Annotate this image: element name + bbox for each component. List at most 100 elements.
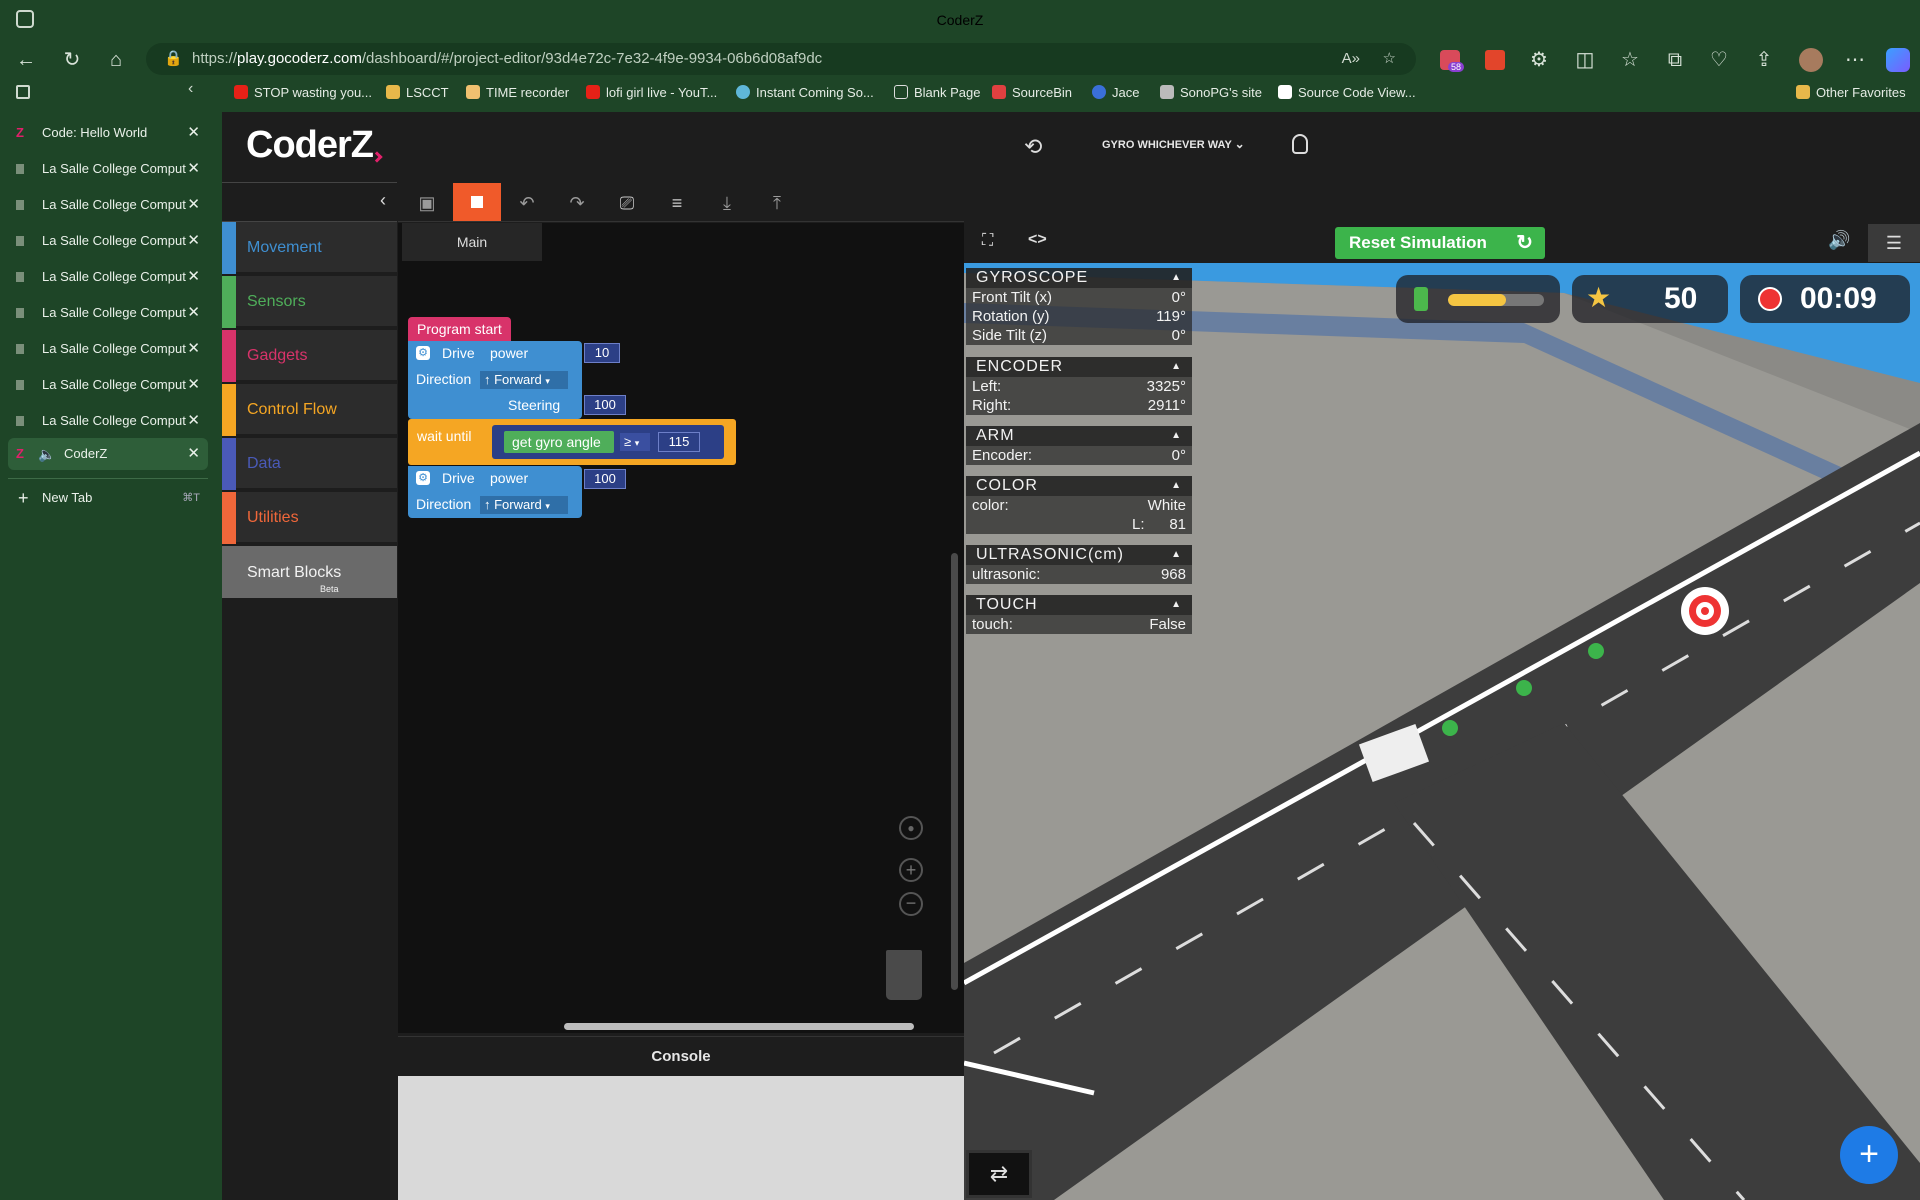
sidebar-toggle-icon[interactable] xyxy=(16,85,30,99)
collapse-icon[interactable]: ▲ xyxy=(1171,426,1182,446)
add-list-icon[interactable]: ≡ xyxy=(664,190,690,216)
bookmark-item[interactable]: TIME recorder xyxy=(466,80,569,106)
bookmark-item[interactable]: Blank Page xyxy=(894,80,981,106)
panel-header[interactable]: ULTRASONIC(cm) ▲ xyxy=(966,545,1192,565)
trash-icon[interactable] xyxy=(886,950,922,1000)
gyro-sensor-block[interactable]: get gyro angle xyxy=(504,431,614,453)
speaker-icon[interactable]: 🔈 xyxy=(38,438,55,470)
close-icon[interactable]: ✕ xyxy=(187,117,200,149)
bookmark-item[interactable]: lofi girl live - YouT... xyxy=(586,80,717,106)
panel-header[interactable]: GYROSCOPE ▲ xyxy=(966,268,1192,288)
drive-block[interactable]: ⚙ Drive power Direction ↑ Forward ▾ xyxy=(408,466,582,518)
favorites-icon[interactable]: ☆ xyxy=(1618,48,1642,72)
close-icon[interactable]: ✕ xyxy=(187,261,200,293)
close-icon[interactable]: ✕ xyxy=(187,153,200,185)
tab-item[interactable]: Z Code: Hello World ✕ xyxy=(8,117,208,149)
favorite-star-icon[interactable]: ☆ xyxy=(1383,43,1396,75)
panel-header[interactable]: TOUCH ▲ xyxy=(966,595,1192,615)
tab-item[interactable]: La Salle College Comput ✕ xyxy=(8,297,208,329)
power-input[interactable]: 100 xyxy=(584,469,626,489)
collapse-icon[interactable]: ▲ xyxy=(1171,357,1182,377)
close-icon[interactable]: ✕ xyxy=(187,405,200,437)
save-icon[interactable]: ▣ xyxy=(414,190,440,216)
close-icon[interactable]: ✕ xyxy=(187,297,200,329)
horizontal-scrollbar[interactable] xyxy=(564,1023,914,1030)
drive-block[interactable]: ⚙ Drive power Direction ↑ Forward ▾ Stee… xyxy=(408,341,582,419)
direction-dropdown[interactable]: ↑ Forward ▾ xyxy=(480,371,568,389)
copilot-icon[interactable] xyxy=(1886,48,1910,72)
redo-icon[interactable]: ↷ xyxy=(564,190,590,216)
history-icon[interactable]: ⟲ xyxy=(1024,134,1042,160)
compare-block[interactable]: get gyro angle ≥ ▾ 115 xyxy=(492,425,724,459)
tab-item-active[interactable]: Z 🔈 CoderZ ✕ xyxy=(8,438,208,470)
close-icon[interactable]: ✕ xyxy=(187,189,200,221)
collections-icon[interactable]: ⧉ xyxy=(1663,48,1687,72)
gear-icon[interactable]: ⚙ xyxy=(416,346,430,360)
add-fab-button[interactable]: + xyxy=(1840,1126,1898,1184)
collapse-icon[interactable]: ▲ xyxy=(1171,476,1182,496)
gear-icon[interactable]: ⚙ xyxy=(416,471,430,485)
download-icon[interactable]: ⤓ xyxy=(714,190,740,216)
tab-item[interactable]: La Salle College Comput ✕ xyxy=(8,225,208,257)
tab-item[interactable]: La Salle College Comput ✕ xyxy=(8,261,208,293)
zoom-out-icon[interactable]: − xyxy=(899,892,923,916)
address-bar[interactable]: 🔒 https://play.gocoderz.com/dashboard/#/… xyxy=(146,43,1416,75)
home-icon[interactable]: ⌂ xyxy=(104,48,128,72)
angle-input[interactable]: 115 xyxy=(658,432,700,452)
mission-selector[interactable]: GYRO WHICHEVER WAY ⌄ xyxy=(1102,137,1245,151)
coderz-logo[interactable]: CoderZ xyxy=(246,124,374,167)
bookmark-item[interactable]: LSCCT xyxy=(386,80,449,106)
steering-input[interactable]: 100 xyxy=(584,395,626,415)
bookmark-item[interactable]: SonoPG's site xyxy=(1160,80,1262,106)
sound-icon[interactable]: 🔊 xyxy=(1828,230,1850,251)
lightbulb-icon[interactable] xyxy=(1292,134,1308,154)
tab-item[interactable]: La Salle College Comput ✕ xyxy=(8,153,208,185)
extensions-icon[interactable]: ⚙ xyxy=(1527,48,1551,72)
fullscreen-icon[interactable]: ⛶ xyxy=(982,232,993,250)
bookmark-item[interactable]: Other Favorites xyxy=(1796,80,1906,106)
tab-item[interactable]: La Salle College Comput ✕ xyxy=(8,405,208,437)
program-start-block[interactable]: Program start xyxy=(408,317,511,341)
panel-header[interactable]: ENCODER ▲ xyxy=(966,357,1192,377)
collapse-tabs-icon[interactable]: ‹ xyxy=(188,80,193,98)
vertical-scrollbar[interactable] xyxy=(951,553,958,990)
share-icon[interactable]: ⇪ xyxy=(1752,48,1776,72)
back-icon[interactable]: ← xyxy=(14,48,38,72)
category-data[interactable]: Data xyxy=(222,438,397,490)
console-header[interactable]: Console xyxy=(398,1036,964,1076)
bookmark-item[interactable]: Instant Coming So... xyxy=(736,80,874,106)
close-icon[interactable]: ✕ xyxy=(187,369,200,401)
reset-simulation-button[interactable]: Reset Simulation ↻ xyxy=(1335,227,1545,259)
settings-sliders-icon[interactable]: ☰ xyxy=(1868,224,1920,262)
code-view-icon[interactable]: <> xyxy=(1028,231,1047,249)
tab-item[interactable]: La Salle College Comput ✕ xyxy=(8,333,208,365)
tab-main[interactable]: Main xyxy=(402,223,542,261)
tab-item[interactable]: La Salle College Comput ✕ xyxy=(8,369,208,401)
workspaces-icon[interactable] xyxy=(16,10,34,28)
more-icon[interactable]: ⋯ xyxy=(1843,48,1867,72)
recenter-icon[interactable]: ● xyxy=(899,816,923,840)
direction-dropdown[interactable]: ↑ Forward ▾ xyxy=(480,496,568,514)
category-smart-blocks[interactable]: Smart Blocks Beta xyxy=(222,546,397,598)
bookmark-item[interactable]: Source Code View... xyxy=(1278,80,1416,106)
profile-avatar[interactable] xyxy=(1799,48,1823,72)
close-icon[interactable]: ✕ xyxy=(187,225,200,257)
split-screen-icon[interactable]: ◫ xyxy=(1573,48,1597,72)
collapse-icon[interactable]: ▲ xyxy=(1171,595,1182,615)
operator-dropdown[interactable]: ≥ ▾ xyxy=(620,433,650,451)
new-tab-button[interactable]: + New Tab ⌘T xyxy=(8,482,208,514)
undo-icon[interactable]: ↶ xyxy=(514,190,540,216)
bookmark-item[interactable]: Jace xyxy=(1092,80,1139,106)
power-input[interactable]: 10 xyxy=(584,343,620,363)
category-sensors[interactable]: Sensors xyxy=(222,276,397,328)
category-movement[interactable]: Movement xyxy=(222,222,397,274)
cast-icon[interactable]: ⎚ xyxy=(614,190,640,216)
upload-icon[interactable]: ⤒ xyxy=(764,190,790,216)
refresh-icon[interactable]: ↻ xyxy=(60,48,84,72)
tab-item[interactable]: La Salle College Comput ✕ xyxy=(8,189,208,221)
collapse-icon[interactable]: ▲ xyxy=(1171,545,1182,565)
collapse-toolbox-icon[interactable]: ‹ xyxy=(380,190,386,211)
collapse-icon[interactable]: ▲ xyxy=(1171,268,1182,288)
stop-button[interactable] xyxy=(453,183,501,221)
category-control-flow[interactable]: Control Flow xyxy=(222,384,397,436)
